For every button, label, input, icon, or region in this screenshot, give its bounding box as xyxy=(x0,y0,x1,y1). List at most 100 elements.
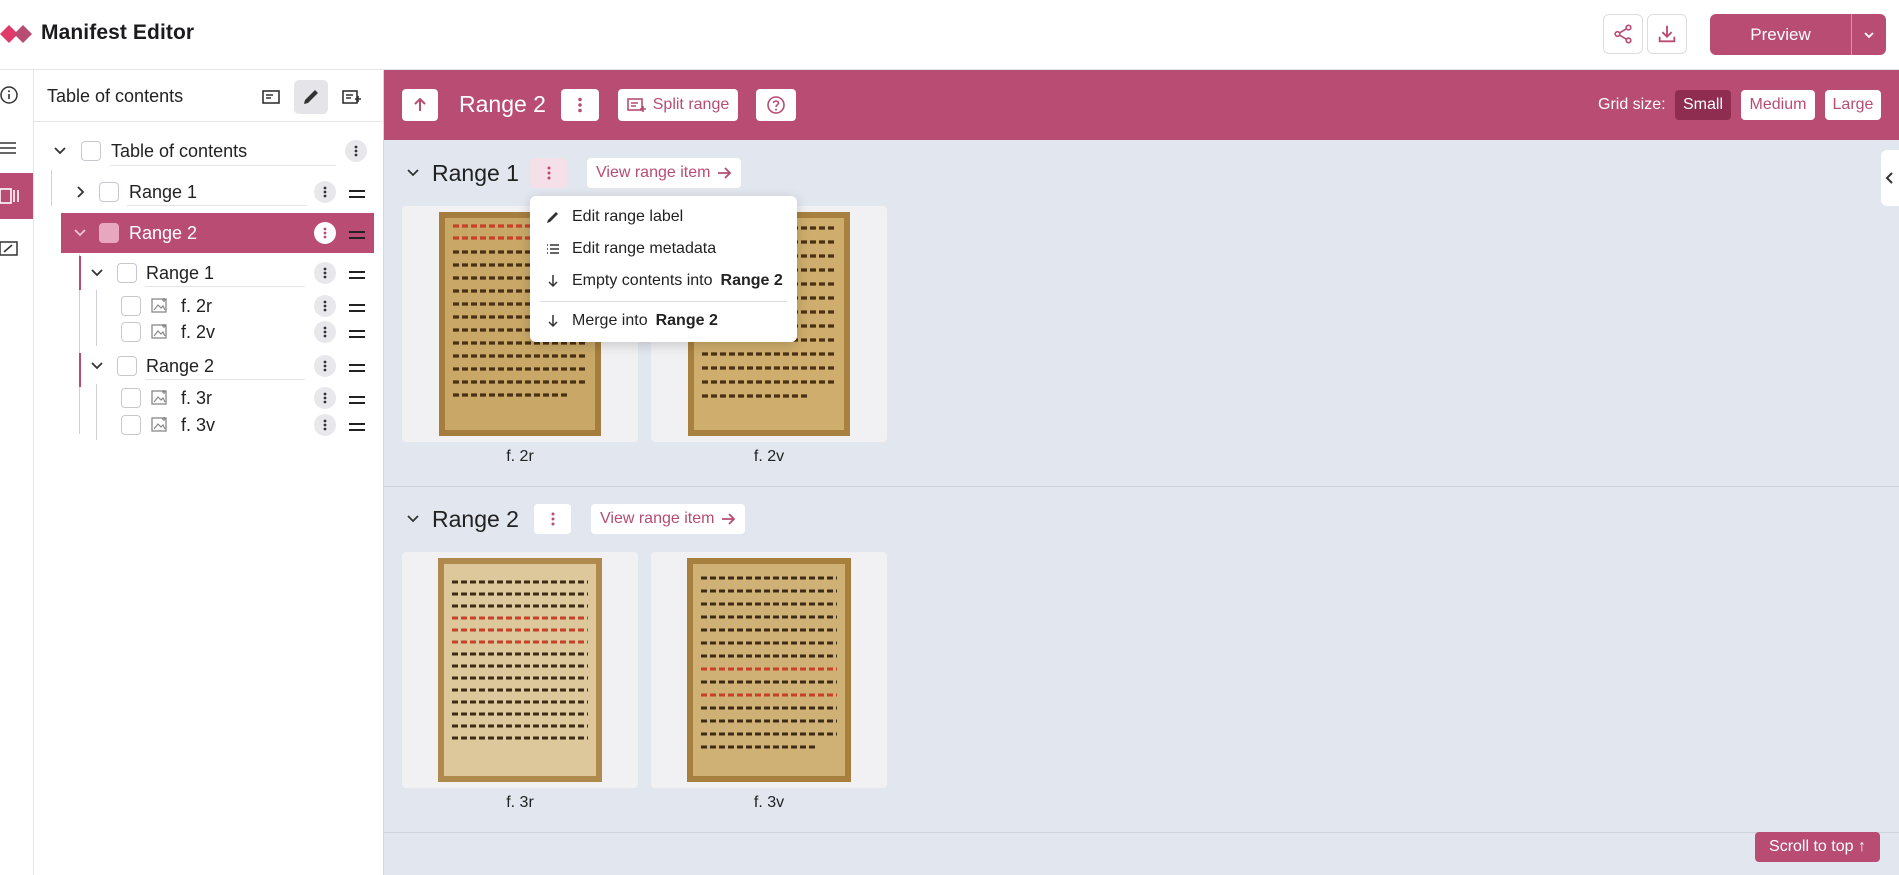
grid-size-small[interactable]: Small xyxy=(1675,90,1731,120)
drag-handle-icon[interactable] xyxy=(349,327,365,339)
preview-dropdown-button[interactable] xyxy=(1851,14,1886,55)
toc-range-menu-button[interactable] xyxy=(314,222,336,244)
toc-canvas-row[interactable]: f. 3v xyxy=(121,408,215,442)
download-button[interactable] xyxy=(1647,14,1687,54)
menu-item-target: Range 2 xyxy=(655,312,718,329)
arrow-right-icon xyxy=(722,513,736,525)
app-logo xyxy=(0,20,36,48)
toc-subrange-label: Range 2 xyxy=(146,355,215,376)
menu-item-label: Edit range label xyxy=(572,208,684,225)
section-collapse-toggle[interactable] xyxy=(405,165,421,181)
section-divider xyxy=(384,832,1899,833)
tree-guide-line xyxy=(51,170,52,206)
menu-merge-into[interactable]: Merge into Range 2 xyxy=(530,306,797,336)
kebab-icon xyxy=(323,419,327,431)
collapse-right-panel-button[interactable] xyxy=(1881,150,1899,206)
kebab-icon xyxy=(323,267,327,279)
toc-range-checkbox[interactable] xyxy=(99,182,119,202)
toc-range-checkbox[interactable] xyxy=(99,223,119,243)
toc-range-row[interactable]: Range 1 xyxy=(73,175,197,209)
drag-handle-icon[interactable] xyxy=(349,393,365,405)
row-underline xyxy=(145,379,305,380)
toc-canvas-checkbox[interactable] xyxy=(121,322,141,342)
app-title: Manifest Editor xyxy=(41,21,195,44)
share-icon xyxy=(1614,24,1632,44)
toc-subrange-row[interactable]: Range 1 xyxy=(90,256,214,290)
menu-empty-contents-into[interactable]: Empty contents into Range 2 xyxy=(530,266,797,296)
go-up-button[interactable] xyxy=(402,89,438,121)
toc-subrange-checkbox[interactable] xyxy=(117,356,137,376)
toc-add-button[interactable] xyxy=(335,80,369,114)
toc-view-button[interactable] xyxy=(254,80,288,114)
kebab-icon xyxy=(323,360,327,372)
toc-range-menu-button[interactable] xyxy=(314,181,336,203)
rail-info-button[interactable] xyxy=(0,72,33,118)
view-range-item-button[interactable]: View range item xyxy=(591,504,746,534)
image-icon xyxy=(151,389,169,407)
tree-guide-line-active xyxy=(79,353,81,387)
drag-handle-icon[interactable] xyxy=(349,301,365,313)
toc-canvas-menu-button[interactable] xyxy=(314,295,336,317)
kebab-icon xyxy=(323,186,327,198)
rail-annotations-button[interactable] xyxy=(0,226,33,272)
kebab-icon xyxy=(551,512,554,526)
split-range-icon xyxy=(626,98,646,112)
scroll-to-top-button[interactable]: Scroll to top ↑ xyxy=(1755,832,1880,862)
toc-root-checkbox[interactable] xyxy=(81,141,101,161)
grid-size-large[interactable]: Large xyxy=(1825,90,1881,120)
canvas-card[interactable] xyxy=(402,552,638,788)
drag-handle-icon[interactable] xyxy=(349,361,365,373)
grid-size-medium[interactable]: Medium xyxy=(1741,90,1815,120)
toc-subrange-menu-button[interactable] xyxy=(314,262,336,284)
toc-subrange-menu-button[interactable] xyxy=(314,355,336,377)
drag-handle-icon[interactable] xyxy=(349,420,365,432)
toc-canvas-row[interactable]: f. 2v xyxy=(121,315,215,349)
toc-canvas-menu-button[interactable] xyxy=(314,387,336,409)
chevron-right-icon[interactable] xyxy=(73,185,87,199)
toc-canvas-menu-button[interactable] xyxy=(314,321,336,343)
menu-item-target: Range 2 xyxy=(720,272,783,289)
pencil-icon xyxy=(547,212,558,223)
toc-subrange-label: Range 1 xyxy=(146,262,215,283)
drag-handle-icon[interactable] xyxy=(349,228,365,240)
toc-root-menu-button[interactable] xyxy=(345,140,367,162)
chevron-down-icon[interactable] xyxy=(53,144,67,158)
menu-edit-range-label[interactable]: Edit range label xyxy=(530,202,797,232)
range-title: Range 2 xyxy=(459,91,546,117)
toc-edit-button[interactable] xyxy=(294,80,328,114)
toc-range-label: Range 1 xyxy=(129,181,198,202)
share-button[interactable] xyxy=(1603,14,1643,54)
menu-edit-range-metadata[interactable]: Edit range metadata xyxy=(530,234,797,264)
rail-list-button[interactable] xyxy=(0,125,33,171)
rail-ranges-button[interactable] xyxy=(0,173,33,219)
toc-subrange-checkbox[interactable] xyxy=(117,263,137,283)
toc-canvas-checkbox[interactable] xyxy=(121,415,141,435)
toc-canvas-menu-button[interactable] xyxy=(314,414,336,436)
preview-button[interactable]: Preview xyxy=(1710,14,1851,55)
split-range-button[interactable]: Split range xyxy=(618,89,738,121)
toc-subrange-row[interactable]: Range 2 xyxy=(90,349,214,383)
chevron-down-icon xyxy=(407,515,419,523)
kebab-icon xyxy=(547,166,550,180)
drag-handle-icon[interactable] xyxy=(349,187,365,199)
annotation-icon xyxy=(0,241,18,256)
section-collapse-toggle[interactable] xyxy=(405,511,421,527)
drag-handle-icon[interactable] xyxy=(349,268,365,280)
kebab-icon xyxy=(578,97,582,113)
chevron-down-icon[interactable] xyxy=(90,359,104,373)
arrow-down-icon xyxy=(548,315,558,328)
toc-root-row[interactable]: Table of contents xyxy=(53,134,247,168)
kebab-icon xyxy=(323,227,327,239)
view-range-item-button[interactable]: View range item xyxy=(587,158,742,188)
chevron-down-icon[interactable] xyxy=(90,266,104,280)
help-button[interactable] xyxy=(756,89,796,121)
toc-range-row-selected[interactable]: Range 2 xyxy=(73,216,197,250)
chevron-down-icon[interactable] xyxy=(73,226,87,240)
toc-canvas-checkbox[interactable] xyxy=(121,388,141,408)
info-icon xyxy=(0,86,18,104)
section-menu-button[interactable] xyxy=(530,158,567,188)
section-menu-button[interactable] xyxy=(534,504,571,534)
canvas-card[interactable] xyxy=(651,552,887,788)
toc-canvas-checkbox[interactable] xyxy=(121,296,141,316)
range-menu-button[interactable] xyxy=(561,89,599,121)
